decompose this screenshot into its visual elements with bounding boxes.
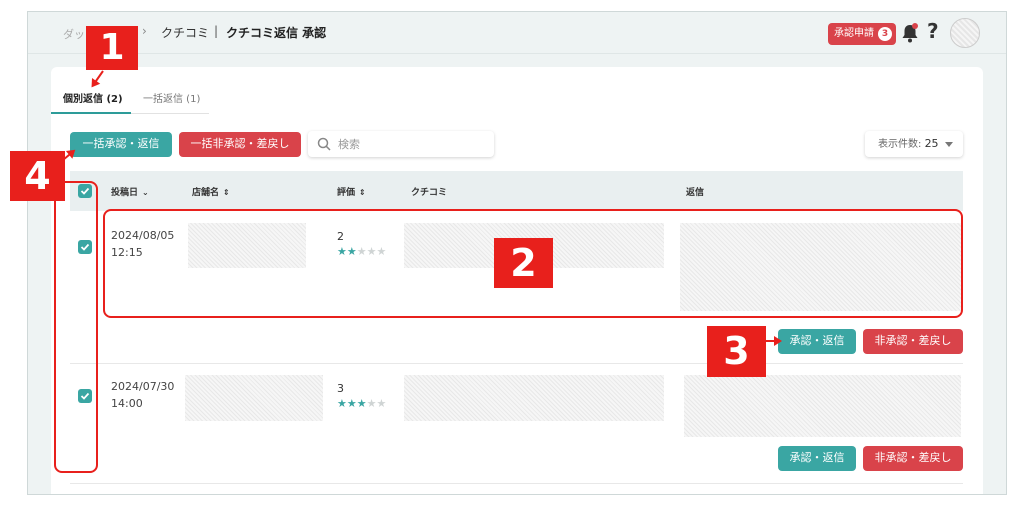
column-date[interactable]: 投稿日 ⌄ [111,185,149,198]
rating-stars: ★★★★★ [337,397,386,410]
per-page-label: 表示件数: [878,139,922,150]
active-tab-indicator [51,112,131,114]
table-row: 2024/07/30 14:00 3 ★★★★★ 承認・返信 非承認・差戻し [70,364,963,484]
star-filled-icon: ★ [337,397,347,410]
approval-request-count: 3 [878,27,892,41]
page-title: クチコミ返信 承認 [226,26,327,40]
approve-reply-button[interactable]: 承認・返信 [778,446,856,471]
breadcrumb-reviews[interactable]: クチコミ [161,24,209,41]
chevron-down-icon: ⌄ [142,188,149,197]
star-filled-icon: ★ [356,397,367,410]
rating-value: 3 [337,382,344,395]
chevron-down-icon [944,141,953,147]
per-page-value: 25 [924,137,939,150]
column-date-label: 投稿日 [111,188,139,198]
breadcrumb-bar: | [214,24,219,38]
bulk-approve-button[interactable]: 一括承認・返信 [70,132,172,157]
post-date: 2024/07/30 14:00 [111,378,174,412]
star-empty-icon: ★ [376,397,387,410]
store-name-redacted [185,375,323,421]
callout-1: 1 [86,26,138,70]
callout-box-4 [54,181,98,473]
sort-icon: ⇕ [359,188,366,197]
search-icon [317,137,331,151]
post-time-value: 14:00 [111,397,143,410]
reject-button[interactable]: 非承認・差戻し [863,446,963,471]
review-text-redacted [404,375,664,421]
star-filled-icon: ★ [346,397,357,410]
table-header: 投稿日 ⌄ 店舗名 ⇕ 評価 ⇕ クチコミ 返信 [70,171,963,211]
post-date-value: 2024/07/30 [111,380,175,393]
approve-reply-button[interactable]: 承認・返信 [778,329,856,354]
callout-2: 2 [494,238,553,288]
tab-bulk-reply[interactable]: 一括返信 (1) [143,90,200,105]
callout-arrow [766,336,782,346]
column-review: クチコミ [411,188,448,198]
column-store-label: 店舗名 [192,188,220,198]
bulk-reject-button[interactable]: 一括非承認・差戻し [179,132,301,157]
bell-icon[interactable] [900,22,920,44]
search-input[interactable] [338,135,488,153]
column-store[interactable]: 店舗名 ⇕ [192,185,230,198]
column-rating[interactable]: 評価 ⇕ [337,185,366,198]
star-empty-icon: ★ [366,397,377,410]
reply-text-redacted[interactable] [684,375,961,437]
breadcrumb-separator: › [142,24,147,38]
sort-icon: ⇕ [223,188,230,197]
per-page-select[interactable]: 表示件数: 25 [865,131,963,157]
breadcrumb-root[interactable]: ダッ [63,26,85,42]
top-bar: ダッ › クチコミ | クチコミ返信 承認 承認申請 3 ? [28,12,1006,54]
column-reply: 返信 [686,188,705,198]
column-rating-label: 評価 [337,188,356,198]
approval-request-label: 承認申請 [834,28,874,39]
approval-request-button[interactable]: 承認申請 3 [828,23,896,45]
help-icon[interactable]: ? [927,19,939,43]
reject-button[interactable]: 非承認・差戻し [863,329,963,354]
search-box[interactable] [308,131,494,157]
avatar[interactable] [950,18,980,48]
callout-3: 3 [707,326,766,377]
tab-individual-reply[interactable]: 個別返信 (2) [63,90,123,105]
